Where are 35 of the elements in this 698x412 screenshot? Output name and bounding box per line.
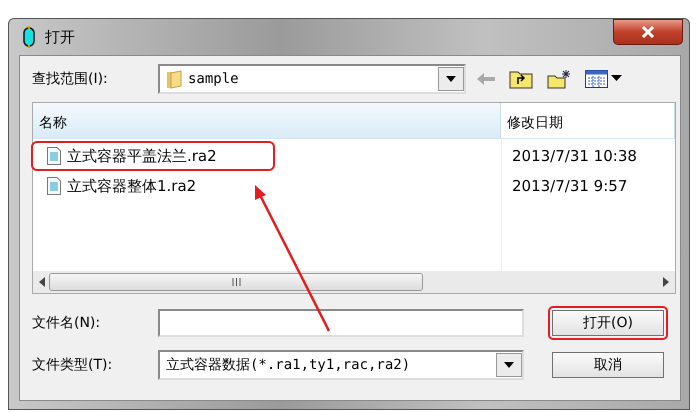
column-header[interactable]: 修改日期 bbox=[501, 103, 675, 139]
window-title: 打开 bbox=[45, 28, 76, 46]
new-folder-icon bbox=[547, 69, 571, 89]
app-icon bbox=[23, 26, 35, 48]
view-icon bbox=[585, 70, 623, 88]
dropdown-button[interactable] bbox=[438, 67, 464, 91]
back-arrow-icon bbox=[477, 73, 495, 85]
file-type-dropdown[interactable]: 立式容器数据(*.ra1,ty1,rac,ra2) bbox=[158, 350, 524, 380]
close-icon bbox=[641, 26, 655, 38]
modified-date: 2013/7/31 10:38 bbox=[512, 146, 638, 167]
open-button[interactable]: 打开(O) bbox=[548, 306, 668, 340]
scroll-left-icon bbox=[39, 277, 45, 287]
scrollbar-thumb[interactable] bbox=[49, 273, 423, 291]
file-item[interactable]: 立式容器平盖法兰.ra2 bbox=[31, 141, 275, 171]
grip-icon bbox=[232, 278, 240, 286]
column-header[interactable]: 名称 bbox=[33, 103, 501, 139]
file-item[interactable]: 立式容器整体1.ra2 bbox=[31, 171, 275, 201]
dropdown-arrow-icon bbox=[446, 76, 456, 82]
up-folder-icon bbox=[509, 69, 533, 89]
horizontal-scrollbar[interactable] bbox=[33, 271, 675, 293]
file-name-field[interactable] bbox=[158, 309, 524, 337]
look-in-value: sample bbox=[188, 71, 240, 87]
file-icon bbox=[47, 177, 61, 195]
dropdown-button[interactable] bbox=[496, 353, 522, 377]
close-button[interactable] bbox=[613, 19, 683, 45]
file-name-label: 文件名(N): bbox=[32, 314, 102, 332]
scroll-right-icon bbox=[663, 277, 669, 287]
look-in-label: 查找范围(I): bbox=[32, 70, 109, 88]
dropdown-arrow-icon bbox=[504, 362, 514, 368]
look-in-dropdown[interactable]: sample bbox=[158, 64, 466, 94]
folder-icon bbox=[166, 69, 182, 89]
modified-date: 2013/7/31 9:57 bbox=[512, 176, 628, 197]
file-type-label: 文件类型(T): bbox=[32, 356, 114, 374]
file-icon bbox=[47, 147, 61, 165]
file-type-value: 立式容器数据(*.ra1,ty1,rac,ra2) bbox=[166, 356, 412, 374]
